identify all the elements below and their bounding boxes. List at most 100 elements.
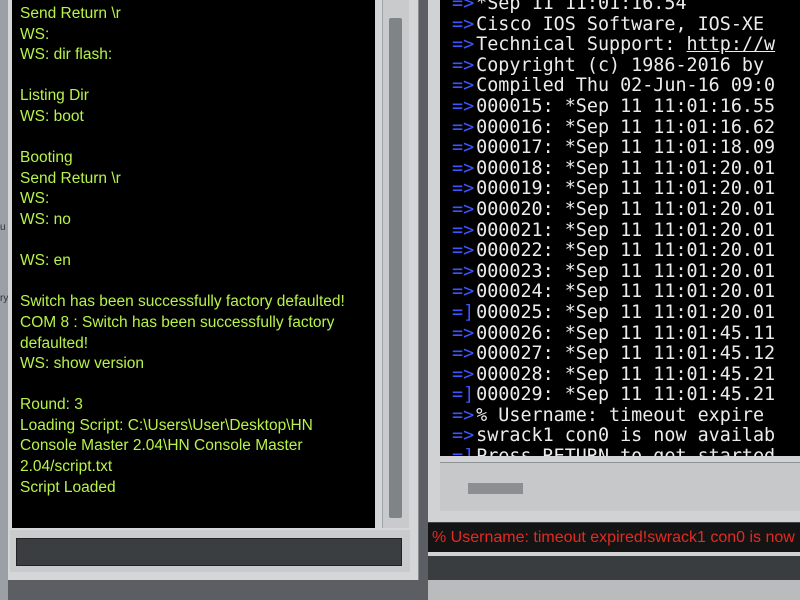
line-arrow-icon: => (452, 178, 475, 200)
console-line-text: 000028: *Sep 11 11:01:45.21 (476, 363, 776, 385)
console-line: Script Loaded (20, 478, 116, 496)
console-line-text: 000026: *Sep 11 11:01:45.11 (476, 322, 776, 344)
console-line-text: Cisco IOS Software, IOS-XE (476, 13, 765, 35)
line-arrow-icon: => (452, 425, 475, 447)
console-line: => Compiled Thu 02-Jun-16 09:0 (452, 76, 800, 97)
console-line: => 000015: *Sep 11 11:01:16.55 (452, 95, 800, 118)
console-line: => 000024: *Sep 11 11:01:20.01 (452, 282, 800, 303)
console-line-text: % Username: timeout expire (476, 404, 765, 426)
console-line-text: 000025: *Sep 11 11:01:20.01 (476, 301, 776, 323)
console-line: =]Press RETURN to get started (452, 446, 800, 456)
left-console-output[interactable]: Send Return \r WS: WS: dir flash: Listing D… (12, 0, 375, 528)
console-line: WS: en (20, 252, 71, 270)
console-line-text: Compiled Thu 02-Jun-16 09:0 (476, 75, 776, 97)
console-line-text: *Sep 11 11:01:16.54 (476, 0, 687, 14)
console-line: Console Master 2.04\HN Console Master (20, 437, 303, 455)
console-line: WS: show version (20, 355, 145, 373)
console-line: => 000018: *Sep 11 11:01:20.01 (452, 157, 800, 180)
console-line: => 000027: *Sep 11 11:01:45.12 (452, 343, 800, 365)
console-line: => 000016: *Sep 11 11:01:16.62 (452, 116, 800, 139)
console-line: Booting (20, 149, 73, 167)
console-line: COM 8 : Switch has been successfully fac… (20, 313, 335, 331)
console-line-text: 000018: *Sep 11 11:01:20.01 (476, 157, 776, 179)
console-line: => 000017: *Sep 11 11:01:18.09 (452, 137, 800, 159)
line-arrow-icon: =] (452, 446, 474, 456)
right-command-input[interactable] (428, 556, 800, 580)
scrollbar-thumb[interactable] (389, 18, 402, 518)
console-line: Round: 3 (20, 396, 83, 414)
right-bottom-bar (428, 580, 800, 600)
console-line: =] 000029: *Sep 11 11:01:45.21 (452, 384, 800, 406)
line-arrow-icon: => (452, 13, 475, 35)
line-arrow-icon: => (452, 281, 475, 303)
console-line: Loading Script: C:\Users\User\Desktop\HN (20, 416, 313, 434)
console-line-text: 000024: *Sep 11 11:01:20.01 (476, 281, 776, 303)
left-vertical-scrollbar[interactable] (382, 0, 409, 528)
console-line: =>% Username: timeout expire (452, 404, 800, 427)
support-link[interactable]: http://w (687, 34, 776, 55)
left-command-input[interactable] (16, 538, 402, 566)
line-arrow-icon: => (452, 363, 475, 385)
line-arrow-icon: => (452, 322, 475, 344)
right-horizontal-scrollbar[interactable] (440, 462, 800, 511)
console-line-text: Press RETURN to get started (476, 446, 775, 456)
line-arrow-icon: => (452, 75, 475, 97)
line-arrow-icon: => (452, 198, 475, 220)
line-arrow-icon: => (452, 240, 475, 262)
console-line: => Technical Support: http://w (452, 34, 800, 56)
console-line: Send Return \r (20, 169, 121, 187)
console-line: Switch has been successfully factory def… (20, 293, 345, 311)
line-arrow-icon: => (452, 54, 475, 76)
line-arrow-icon: => (452, 95, 475, 117)
console-line: Send Return \r (20, 5, 121, 22)
console-line: => 000021: *Sep 11 11:01:20.01 (452, 219, 800, 242)
console-line: WS: no (20, 210, 71, 228)
console-line-text: 000021: *Sep 11 11:01:20.01 (476, 219, 776, 241)
console-line: => 000028: *Sep 11 11:01:45.21 (452, 363, 800, 386)
left-edge-strip: u ry (0, 0, 8, 600)
console-line-text: 000023: *Sep 11 11:01:20.01 (476, 260, 776, 282)
console-line-text: Technical Support: (476, 34, 687, 56)
status-message: % Username: timeout expired!swrack1 con0… (428, 522, 800, 552)
console-line: defaulted! (20, 334, 89, 352)
scrollbar-thumb[interactable] (468, 483, 523, 494)
console-line-text: 000015: *Sep 11 11:01:16.55 (476, 95, 776, 117)
console-line-text: 000016: *Sep 11 11:01:16.62 (476, 116, 776, 138)
right-console-output[interactable]: => *Sep 11 11:01:16.54 => Cisco IOS Softwar… (440, 0, 800, 456)
console-line-text: Copyright (c) 1986-2016 by (476, 54, 765, 76)
line-arrow-icon: => (452, 219, 475, 241)
console-line-text: 000020: *Sep 11 11:01:20.01 (476, 198, 776, 220)
console-line-text: 000019: *Sep 11 11:01:20.01 (476, 178, 776, 200)
edge-glyph: u (0, 222, 6, 233)
console-line: => 000023: *Sep 11 11:01:20.01 (452, 260, 800, 283)
console-line: => swrack1 con0 is now availab (452, 426, 800, 447)
console-line: => Cisco IOS Software, IOS-XE (452, 13, 800, 36)
console-line: => 000020: *Sep 11 11:01:20.01 (452, 198, 800, 221)
line-arrow-icon: => (452, 0, 475, 14)
line-arrow-icon: => (452, 157, 475, 179)
console-line: WS: (20, 190, 50, 208)
console-line-text: 000029: *Sep 11 11:01:45.21 (476, 384, 776, 406)
console-line: => 000022: *Sep 11 11:01:20.01 (452, 240, 800, 262)
line-arrow-icon: => (452, 404, 475, 426)
line-arrow-icon: => (452, 260, 475, 282)
line-arrow-icon: => (452, 116, 475, 138)
console-line: 2.04/script.txt (20, 458, 113, 476)
console-line: Listing Dir (20, 87, 89, 105)
line-arrow-icon: =] (452, 301, 475, 323)
console-line-text: 000027: *Sep 11 11:01:45.12 (476, 343, 776, 365)
console-line: => 000019: *Sep 11 11:01:20.01 (452, 179, 800, 200)
line-arrow-icon: =] (452, 384, 475, 406)
console-line: => *Sep 11 11:01:16.54 (452, 0, 800, 15)
line-arrow-icon: => (452, 343, 475, 365)
console-line: WS: (20, 25, 50, 43)
console-line: WS: dir flash: (20, 46, 113, 64)
console-line: WS: boot (20, 107, 84, 125)
line-arrow-icon: => (452, 137, 475, 159)
console-line-text: 000022: *Sep 11 11:01:20.01 (476, 240, 776, 262)
